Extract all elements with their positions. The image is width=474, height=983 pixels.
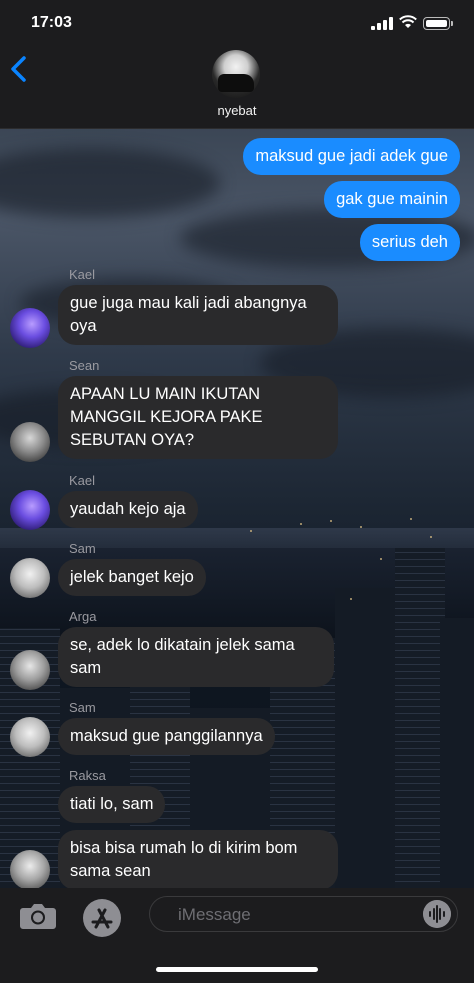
message-bubble-incoming[interactable]: maksud gue panggilannya xyxy=(58,718,275,755)
camera-icon[interactable] xyxy=(19,900,57,930)
avatar[interactable] xyxy=(10,308,50,348)
message-bubble-incoming[interactable]: tiati lo, sam xyxy=(58,786,166,823)
back-chevron-icon[interactable] xyxy=(8,54,30,84)
conversation-name[interactable]: nyebat xyxy=(0,103,474,118)
message-input[interactable]: iMessage xyxy=(149,896,458,932)
wifi-icon xyxy=(399,15,417,28)
message-bubble-incoming[interactable]: jelek banget kejo xyxy=(58,559,206,596)
avatar[interactable] xyxy=(10,850,50,890)
message-bubble-outgoing[interactable]: maksud gue jadi adek gue xyxy=(243,138,460,175)
sender-name: Kael xyxy=(69,267,96,282)
avatar[interactable] xyxy=(10,717,50,757)
avatar[interactable] xyxy=(10,650,50,690)
avatar[interactable] xyxy=(10,422,50,462)
message-bubble-incoming[interactable]: yaudah kejo aja xyxy=(58,491,198,528)
battery-icon xyxy=(423,17,453,30)
conversation-header: nyebat xyxy=(0,46,474,129)
home-indicator[interactable] xyxy=(156,967,318,972)
message-bubble-outgoing[interactable]: serius deh xyxy=(359,224,460,261)
sender-name: Raksa xyxy=(69,768,106,783)
audio-waveform-icon[interactable] xyxy=(423,900,451,928)
compose-bar: iMessage xyxy=(0,888,474,983)
status-time: 17:03 xyxy=(31,14,72,31)
sender-name: Kael xyxy=(69,473,96,488)
sender-name: Sam xyxy=(69,541,96,556)
signal-icon xyxy=(371,17,393,30)
message-input-placeholder: iMessage xyxy=(178,905,251,924)
message-bubble-outgoing[interactable]: gak gue mainin xyxy=(324,181,460,218)
group-avatar[interactable] xyxy=(212,50,260,98)
message-bubble-incoming[interactable]: se, adek lo dikatain jelek sama sam xyxy=(58,627,334,687)
sender-name: Arga xyxy=(69,609,97,624)
sender-name: Sean xyxy=(69,358,100,373)
sender-name: Sam xyxy=(69,700,96,715)
message-bubble-incoming[interactable]: gue juga mau kali jadi abangnya oya xyxy=(58,285,338,345)
message-bubble-incoming[interactable]: bisa bisa rumah lo di kirim bom sama sea… xyxy=(58,830,338,890)
app-store-icon[interactable] xyxy=(82,898,122,938)
status-bar: 17:03 xyxy=(0,0,474,46)
avatar[interactable] xyxy=(10,558,50,598)
message-bubble-incoming[interactable]: APAAN LU MAIN IKUTAN MANGGIL KEJORA PAKE… xyxy=(58,376,338,459)
avatar[interactable] xyxy=(10,490,50,530)
